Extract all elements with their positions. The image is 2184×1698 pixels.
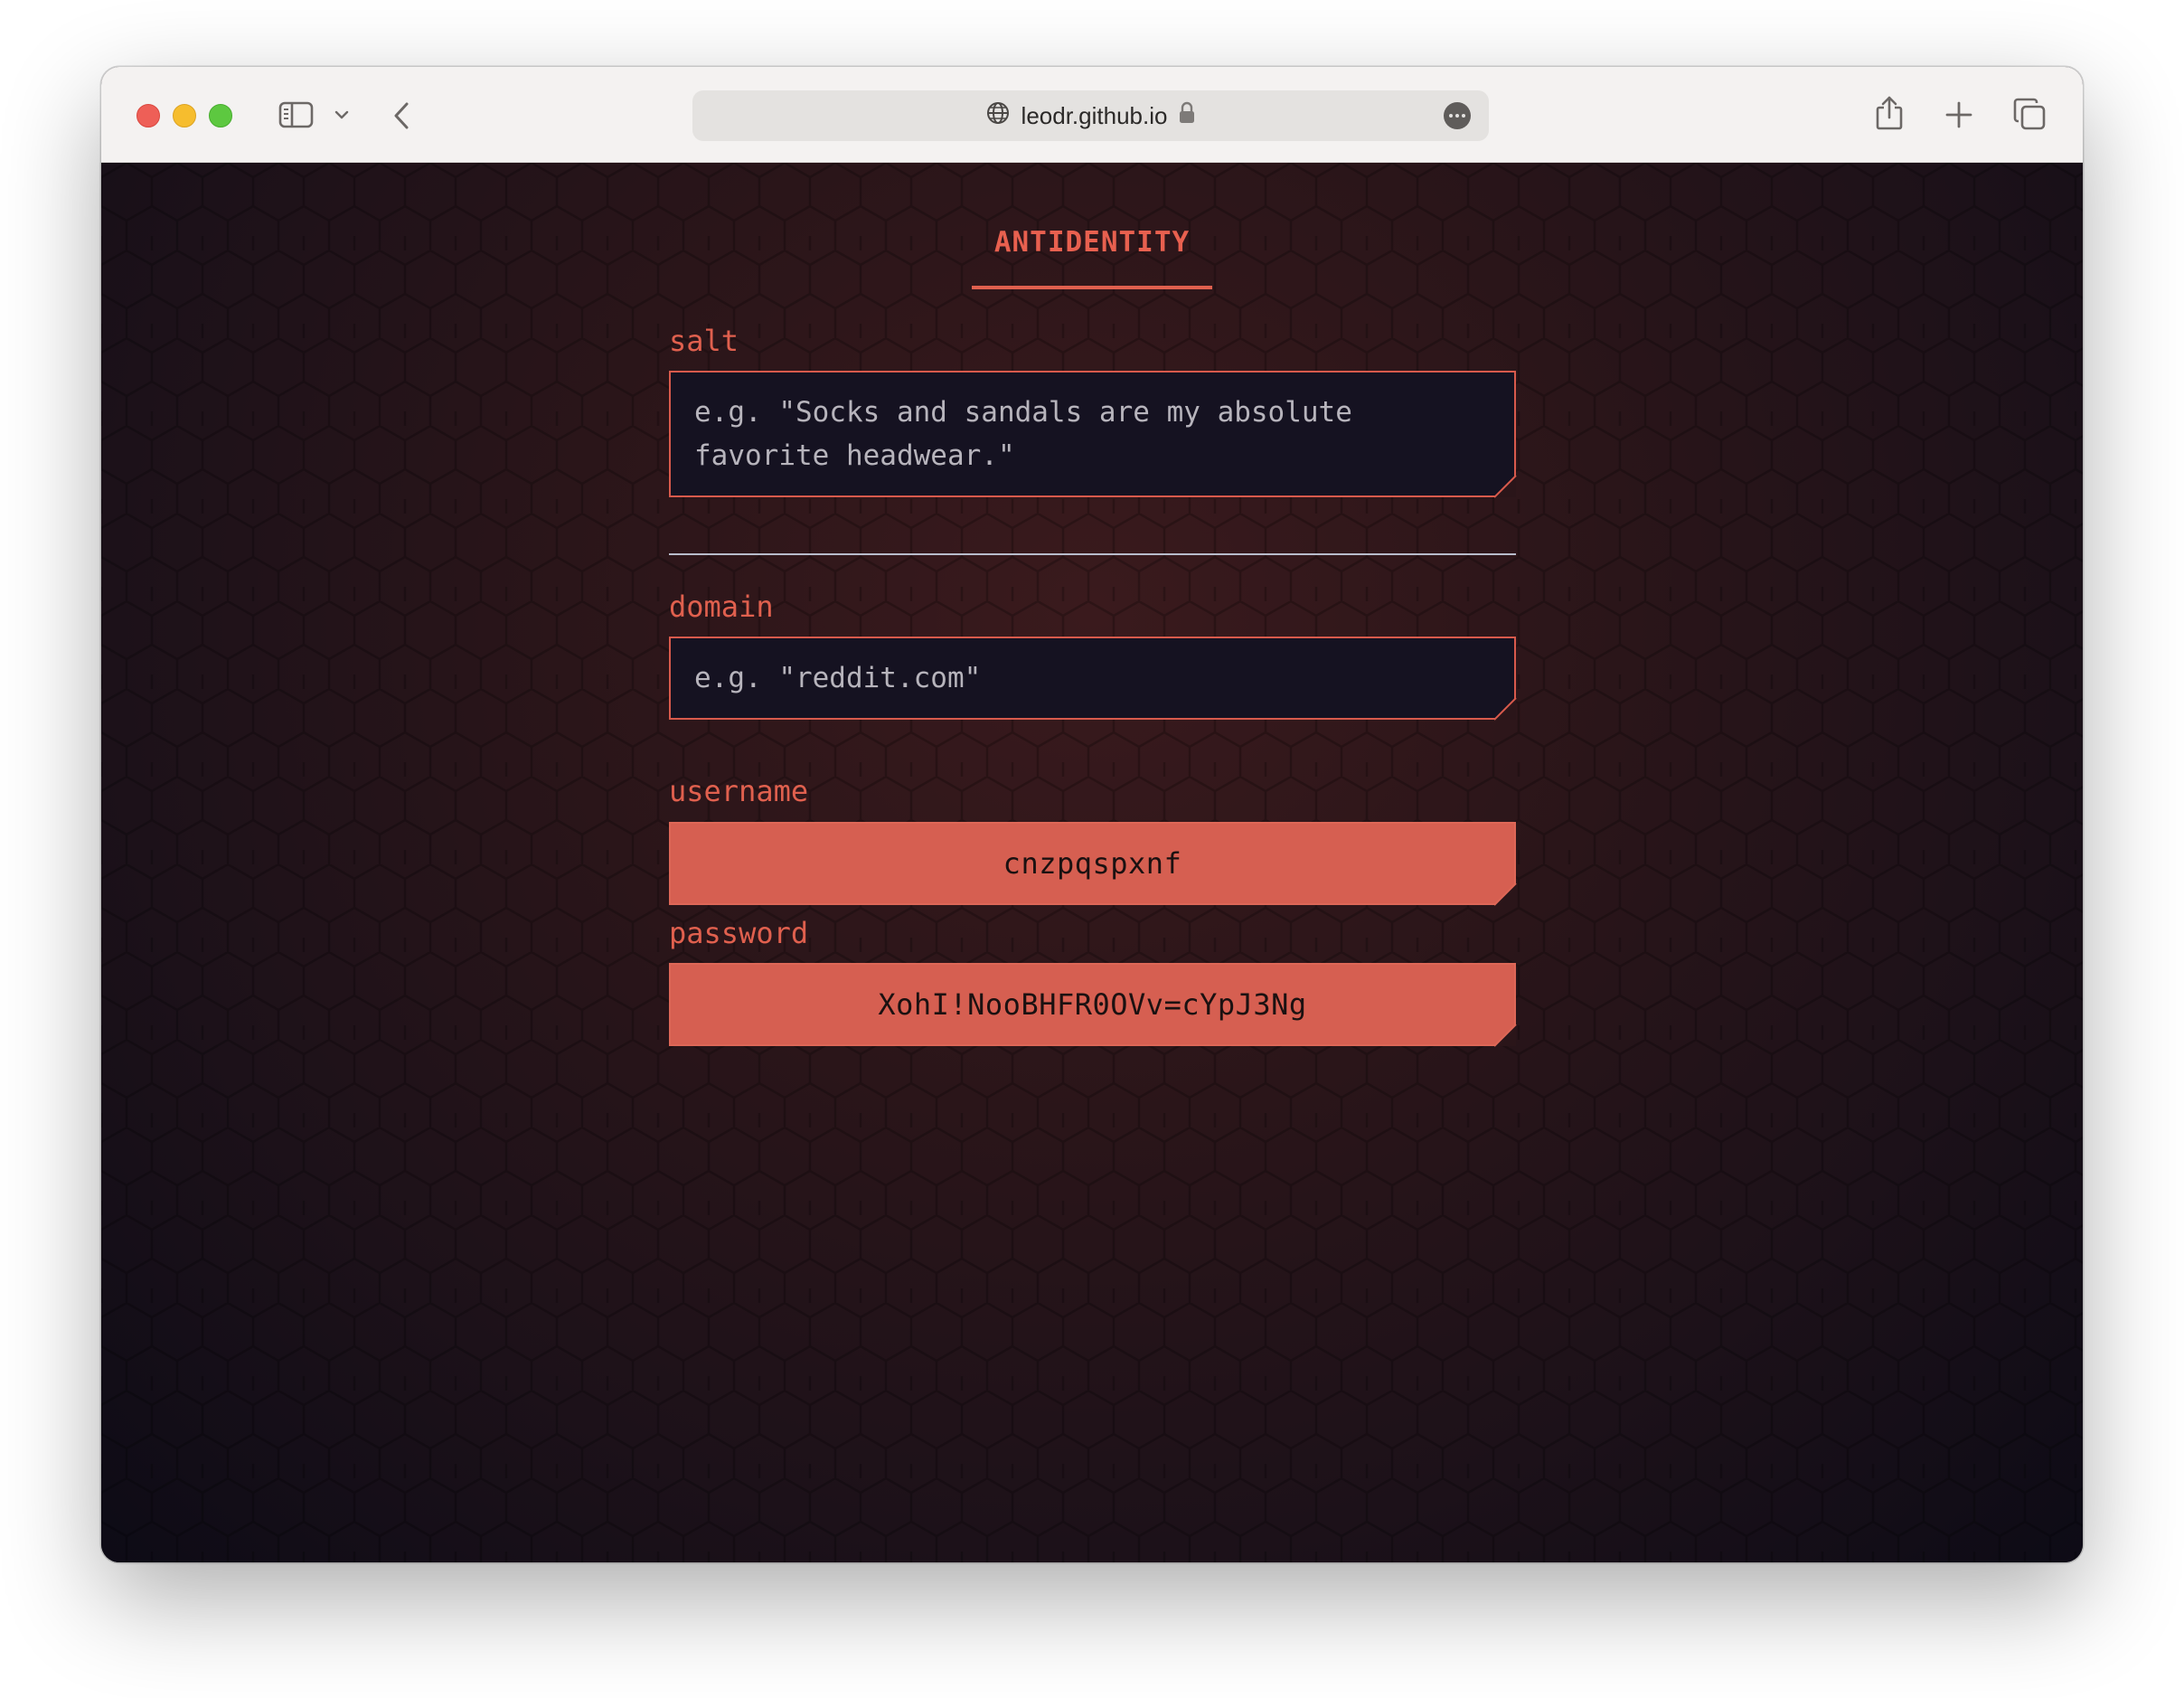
globe-icon	[985, 100, 1011, 132]
tab-overview-icon[interactable]	[2012, 97, 2047, 131]
username-output[interactable]: cnzpqspxnf	[669, 822, 1516, 905]
corner-notch-icon	[1494, 883, 1517, 906]
url-text: leodr.github.io	[1021, 101, 1168, 129]
resize-corner-icon	[1494, 476, 1517, 498]
browser-window: leodr.github.io ANTIDENTITY salt e.g. "S…	[101, 67, 2083, 1562]
sidebar-toggle-icon[interactable]	[278, 100, 315, 129]
corner-notch-icon	[1494, 1024, 1517, 1047]
more-options-icon[interactable]	[1444, 102, 1471, 129]
back-icon[interactable]	[391, 100, 412, 131]
app-title: ANTIDENTITY	[993, 226, 1191, 259]
domain-label: domain	[669, 590, 774, 624]
chevron-down-icon[interactable]	[334, 108, 350, 121]
domain-input[interactable]	[669, 637, 1516, 720]
lock-icon	[1178, 101, 1196, 131]
salt-label: salt	[669, 324, 739, 358]
address-bar[interactable]: leodr.github.io	[692, 90, 1489, 141]
salt-input[interactable]	[669, 371, 1516, 497]
browser-toolbar: leodr.github.io	[101, 67, 2083, 163]
password-output[interactable]: XohI!NooBHFR0OVv=cYpJ3Ng	[669, 963, 1516, 1046]
page-content: ANTIDENTITY salt domain username cnzpqsp…	[101, 163, 2083, 1562]
title-underline	[972, 286, 1212, 289]
section-divider	[669, 553, 1516, 555]
username-label: username	[669, 774, 809, 808]
zoom-window-button[interactable]	[209, 104, 232, 127]
share-icon[interactable]	[1874, 94, 1905, 132]
new-tab-icon[interactable]	[1944, 100, 1973, 129]
close-window-button[interactable]	[136, 104, 160, 127]
minimize-window-button[interactable]	[173, 104, 196, 127]
corner-notch-icon	[1494, 698, 1517, 721]
password-label: password	[669, 916, 809, 950]
